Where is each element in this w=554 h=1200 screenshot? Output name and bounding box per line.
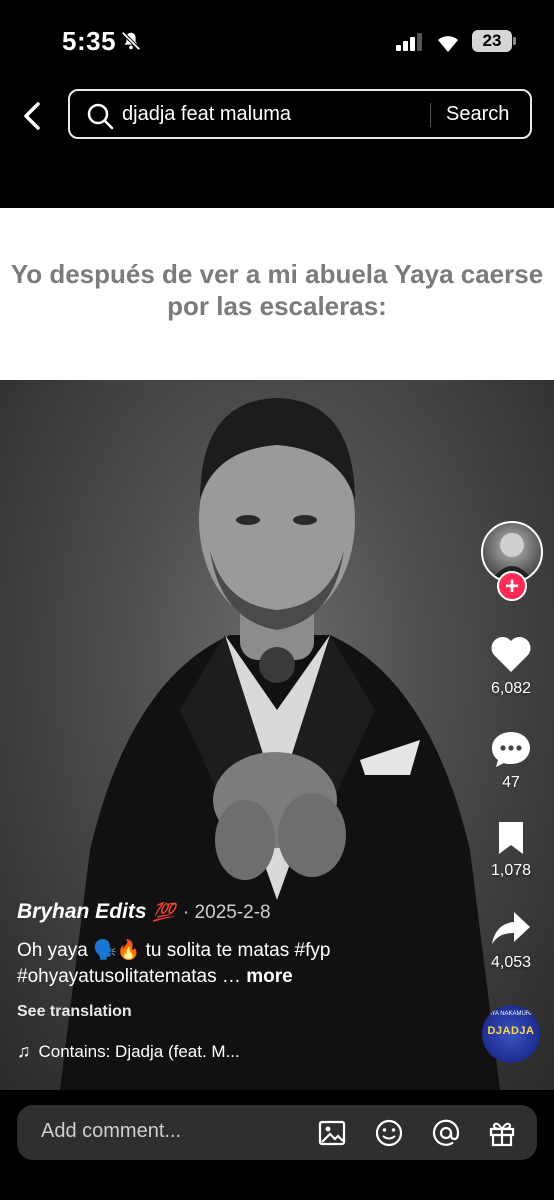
save-button[interactable]: 1,078 [479,820,543,880]
music-disc-label: DJADJA [487,1025,535,1037]
bell-muted-icon [121,31,141,51]
wifi-icon [438,36,458,52]
like-button[interactable]: 6,082 [479,634,543,698]
share-arrow-icon [492,912,530,944]
hundred-points-icon: 💯 [152,902,175,922]
search-button[interactable]: Search [446,103,509,126]
author-row: Bryhan Edits 💯 · 2025-2-8 [17,900,271,928]
battery-nub [513,37,516,45]
chevron-left-icon [24,102,40,130]
caption-overlay-band: Yo después de ver a mi abuela Yaya caers… [0,208,554,380]
comment-icon [492,732,530,767]
heart-icon [491,636,531,672]
music-row[interactable]: ♫ Contains: Djadja (feat. M... [17,1041,240,1062]
back-button[interactable] [16,96,50,136]
caption-overlay-text: Yo después de ver a mi abuela Yaya caers… [10,259,544,321]
post-date: · 2025-2-8 [182,902,271,923]
image-icon[interactable] [317,1118,347,1148]
author-name[interactable]: Bryhan Edits [17,900,147,924]
signal-icon [396,33,422,51]
share-count: 4,053 [490,954,532,971]
more-link[interactable]: more [246,966,292,987]
bookmark-icon [499,822,523,854]
share-button[interactable]: 4,053 [479,910,543,972]
music-title: Contains: Djadja (feat. M... [38,1042,240,1061]
status-time: 5:35 [62,26,117,56]
music-disc-sublabel: AYA NAKAMURA [487,1011,535,1017]
comment-bar: Add comment... [17,1105,537,1160]
search-divider [430,103,431,127]
comment-count: 47 [502,774,520,791]
post-description: Oh yaya 🗣️🔥 tu solita te matas #fyp #ohy… [17,938,457,990]
battery-level: 23 [472,30,512,52]
music-disc[interactable]: AYA NAKAMURA DJADJA [482,1005,540,1063]
music-note-icon: ♫ [17,1041,31,1061]
follow-button[interactable]: + [497,571,527,601]
save-count: 1,078 [490,862,532,879]
mention-icon[interactable] [431,1118,461,1148]
status-bar: 5:35 23 [0,0,554,86]
comment-input[interactable]: Add comment... [41,1120,181,1143]
search-input[interactable]: djadja feat maluma Search [68,89,532,139]
gift-icon[interactable] [487,1118,517,1148]
see-translation-link[interactable]: See translation [17,1003,132,1021]
like-count: 6,082 [490,680,532,697]
comment-button[interactable]: 47 [479,730,543,792]
search-query[interactable]: djadja feat maluma [122,103,291,126]
search-icon [87,103,114,130]
emoji-sticker-icon[interactable] [374,1118,404,1148]
